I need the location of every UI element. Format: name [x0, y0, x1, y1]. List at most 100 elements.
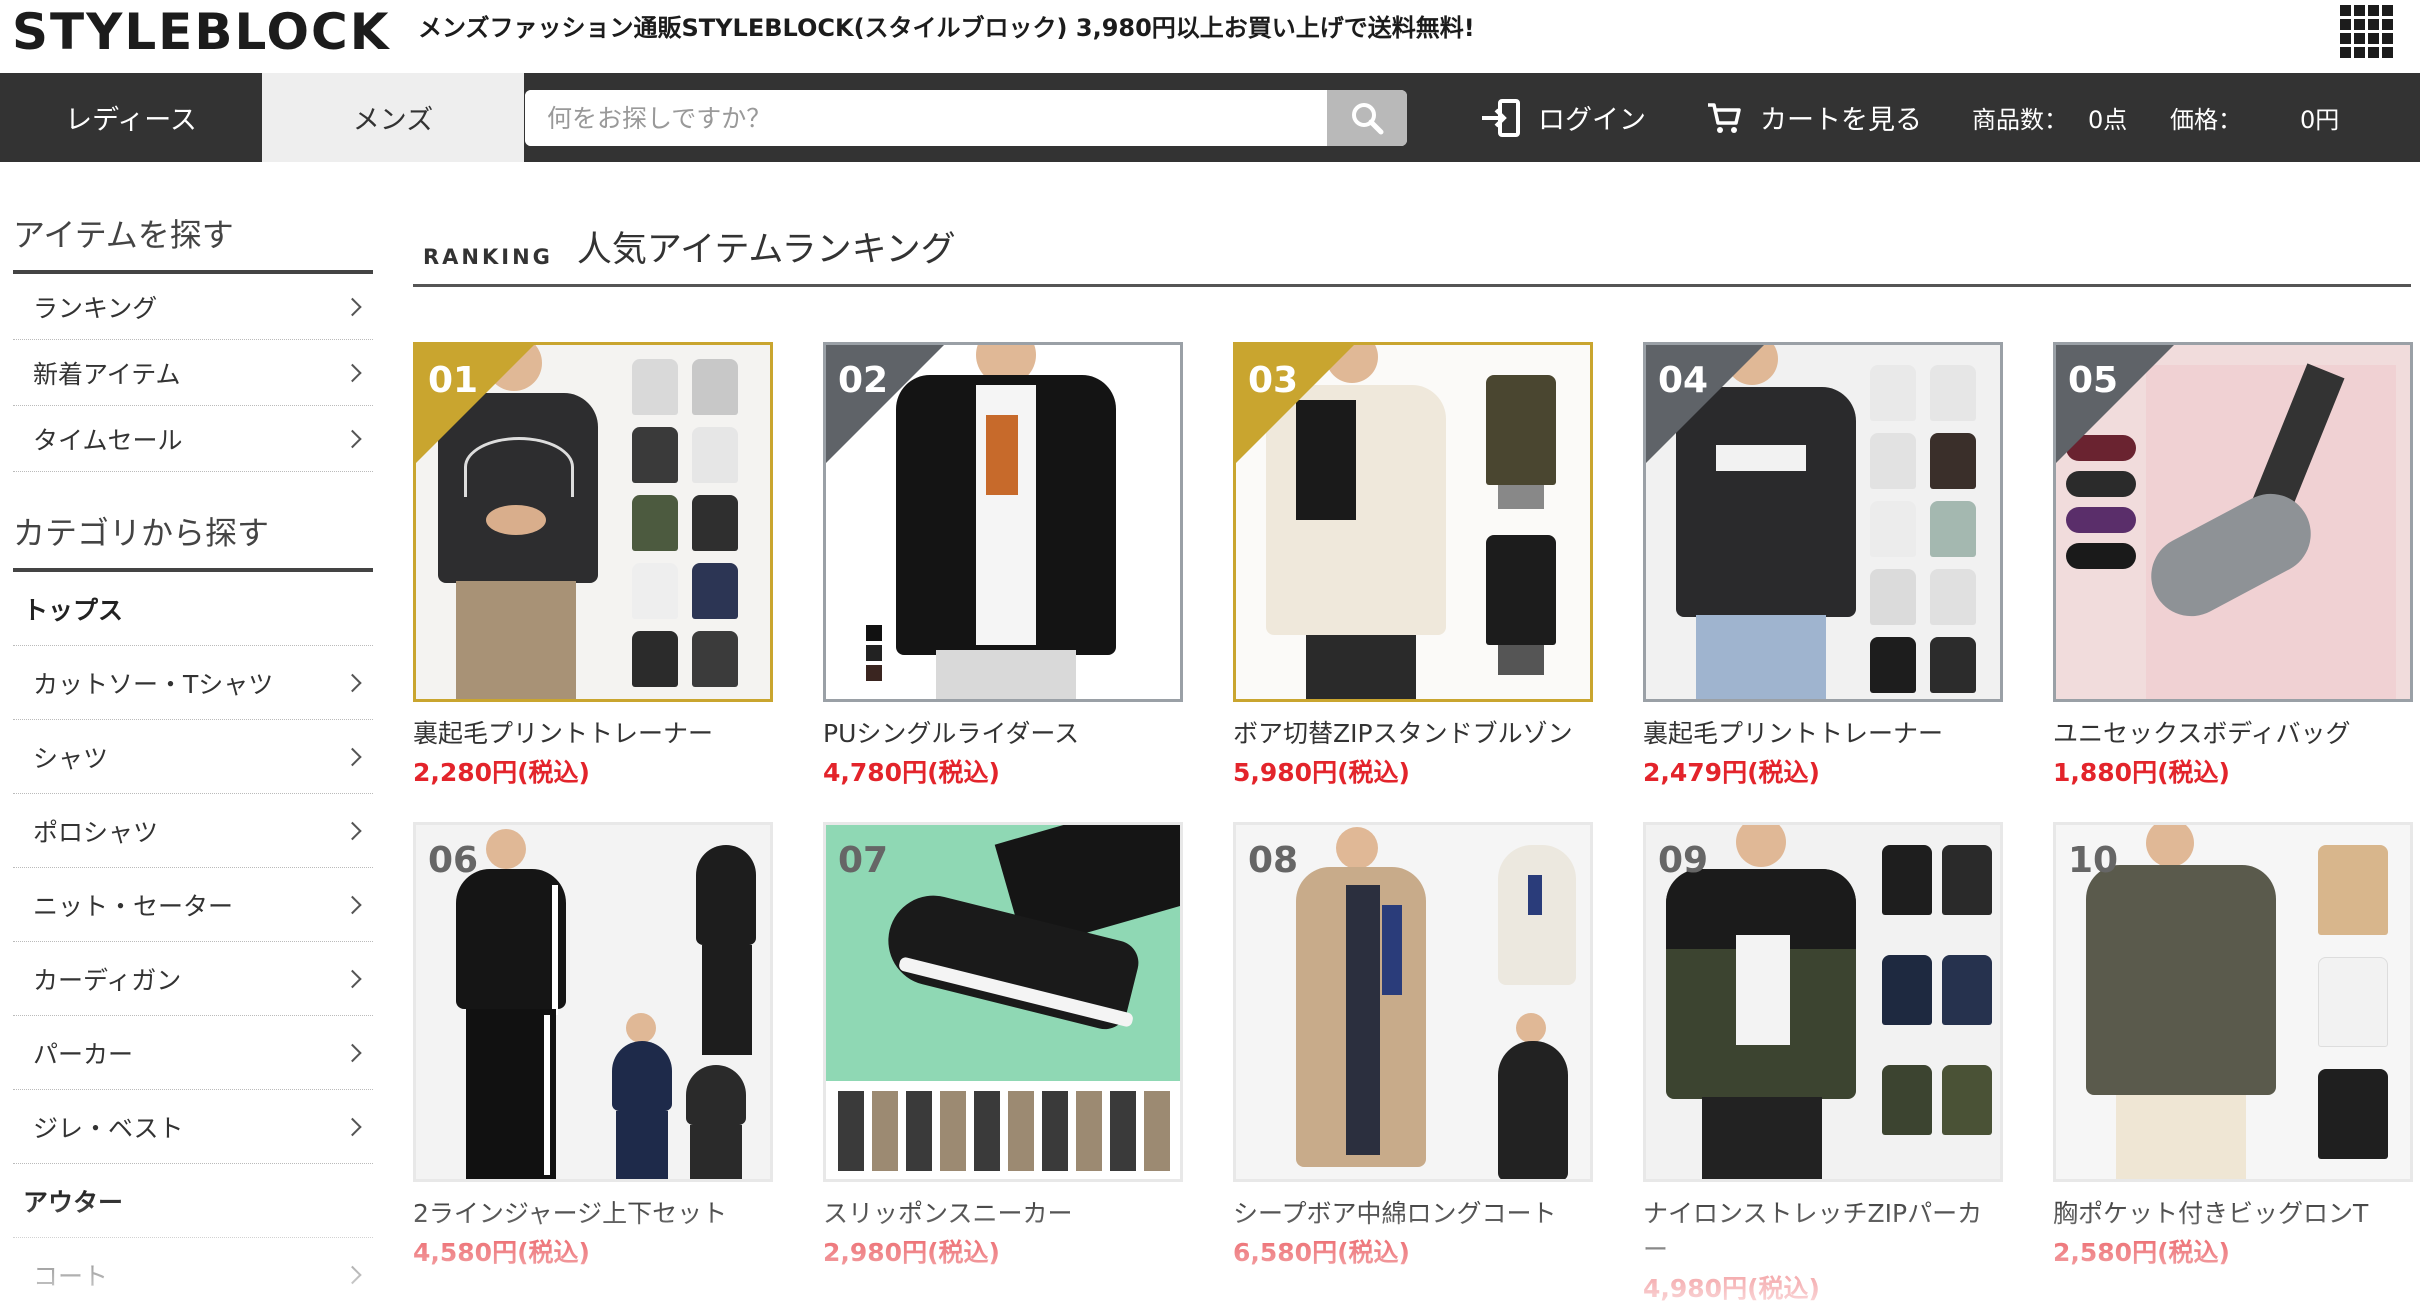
product-card[interactable]: 10 胸ポケット付きビッグロンT 2,580円(税込) [2053, 822, 2413, 1270]
product-name[interactable]: 裏起毛プリントトレーナー [413, 716, 773, 752]
product-card[interactable]: 03 ボア切替ZIPスタンドブルゾン 5,980円(税込) [1233, 342, 1593, 790]
search-bar [525, 90, 1407, 146]
sidebar-item-ranking[interactable]: ランキング [13, 274, 373, 340]
product-name[interactable]: スリッポンスニーカー [823, 1196, 1183, 1232]
sidebar-item-label: シャツ [33, 743, 109, 773]
tab-ladies[interactable]: レディース [0, 73, 262, 162]
category-heading: カテゴリから探す [13, 508, 373, 572]
sidebar-item-cardigan[interactable]: カーディガン [13, 942, 373, 1016]
product-name[interactable]: シープボア中綿ロングコート [1233, 1196, 1593, 1232]
rank-number: 04 [1658, 360, 1709, 401]
rank-number: 03 [1248, 360, 1299, 401]
items-list: ランキング 新着アイテム タイムセール [13, 274, 373, 472]
search-button[interactable] [1327, 90, 1407, 146]
product-image[interactable]: 07 [823, 822, 1183, 1182]
login-label: ログイン [1538, 105, 1646, 136]
product-price: 4,580円(税込) [413, 1238, 590, 1267]
rank-number: 01 [428, 360, 479, 401]
search-input[interactable] [525, 90, 1327, 146]
product-price: 2,580円(税込) [2053, 1238, 2230, 1267]
product-name[interactable]: 胸ポケット付きビッグロンT [2053, 1196, 2413, 1232]
product-card[interactable]: 02 PUシングルライダース 4,780円(税込) [823, 342, 1183, 790]
main-nav: レディース メンズ ログイン カートを見る 商品数： 0点 価格： [0, 73, 2420, 162]
top-header: STYLEBLOCK メンズファッション通販STYLEBLOCK(スタイルブロッ… [0, 0, 2420, 73]
sidebar-item-label: コート [33, 1261, 109, 1291]
chevron-right-icon [343, 1117, 362, 1136]
sidebar-item-label: カーディガン [33, 965, 182, 995]
site-logo[interactable]: STYLEBLOCK [12, 2, 390, 62]
sidebar-item-new[interactable]: 新着アイテム [13, 340, 373, 406]
sidebar-item-timesale[interactable]: タイムセール [13, 406, 373, 472]
sidebar-item-shirt[interactable]: シャツ [13, 720, 373, 794]
product-card[interactable]: 01 裏起毛プリントトレーナー 2,280円(税込) [413, 342, 773, 790]
ranking-section: RANKING 人気アイテムランキング 01 裏起毛プリントトレーナー 2,28… [413, 228, 2413, 1303]
count-value: 0点 [2088, 106, 2128, 134]
sidebar-item-knit[interactable]: ニット・セーター [13, 868, 373, 942]
product-name[interactable]: ナイロンストレッチZIPパーカー [1643, 1196, 2003, 1268]
chevron-right-icon [343, 297, 362, 316]
product-image[interactable]: 02 [823, 342, 1183, 702]
product-image[interactable]: 08 [1233, 822, 1593, 1182]
sidebar-item-coat[interactable]: コート [13, 1238, 373, 1308]
chevron-right-icon [343, 821, 362, 840]
sidebar: アイテムを探す ランキング 新着アイテム タイムセール カテゴリから探す トップ… [13, 210, 373, 1308]
sidebar-item-vest[interactable]: ジレ・ベスト [13, 1090, 373, 1164]
product-card[interactable]: 06 2ラインジャージ上下セット 4,580円(税込) [413, 822, 773, 1270]
product-name[interactable]: ユニセックスボディバッグ [2053, 716, 2413, 752]
login-link[interactable]: ログイン [1480, 73, 1646, 162]
menu-grid-icon[interactable] [2340, 5, 2394, 59]
chevron-right-icon [343, 747, 362, 766]
product-image[interactable]: 03 [1233, 342, 1593, 702]
ranking-header: RANKING 人気アイテムランキング [413, 228, 2411, 287]
sidebar-item-label: ニット・セーター [33, 891, 234, 921]
rank-number: 02 [838, 360, 889, 401]
chevron-right-icon [343, 1265, 362, 1284]
ranking-title: 人気アイテムランキング [576, 230, 956, 270]
sidebar-item-label: カットソー・Tシャツ [33, 669, 274, 699]
product-name[interactable]: PUシングルライダース [823, 716, 1183, 752]
items-heading: アイテムを探す [13, 210, 373, 274]
product-card[interactable]: 08 シープボア中綿ロングコート 6,580円(税込) [1233, 822, 1593, 1270]
product-name[interactable]: 2ラインジャージ上下セット [413, 1196, 773, 1232]
product-card[interactable]: 05 ユニセックスボディバッグ 1,880円(税込) [2053, 342, 2413, 790]
rank-number: 06 [428, 840, 479, 881]
product-price: 4,980円(税込) [1643, 1274, 1820, 1303]
product-price: 2,280円(税込) [413, 758, 590, 787]
chevron-right-icon [343, 429, 362, 448]
product-name[interactable]: 裏起毛プリントトレーナー [1643, 716, 2003, 752]
rank-number: 07 [838, 840, 889, 881]
product-price: 2,980円(税込) [823, 1238, 1000, 1267]
price-label: 価格： [2170, 106, 2242, 134]
product-image[interactable]: 09 [1643, 822, 2003, 1182]
product-card[interactable]: 04 裏起毛プリントトレーナー 2,479円(税込) [1643, 342, 2003, 790]
price-value: 0円 [2300, 106, 2340, 134]
product-image[interactable]: 04 [1643, 342, 2003, 702]
count-label: 商品数： [1972, 106, 2068, 134]
sidebar-item-label: ランキング [33, 293, 158, 323]
tab-mens[interactable]: メンズ [262, 73, 524, 162]
product-image[interactable]: 01 [413, 342, 773, 702]
sidebar-item-label: 新着アイテム [33, 359, 181, 389]
product-image[interactable]: 05 [2053, 342, 2413, 702]
sidebar-item-parka[interactable]: パーカー [13, 1016, 373, 1090]
product-name[interactable]: ボア切替ZIPスタンドブルゾン [1233, 716, 1593, 752]
category-list: トップス カットソー・Tシャツ シャツ ポロシャツ ニット・セーター カーディガ… [13, 572, 373, 1308]
sidebar-item-label: パーカー [33, 1039, 134, 1069]
sidebar-item-polo[interactable]: ポロシャツ [13, 794, 373, 868]
cart-link[interactable]: カートを見る [1706, 73, 1922, 162]
sidebar-item-cutsew[interactable]: カットソー・Tシャツ [13, 646, 373, 720]
product-price: 4,780円(税込) [823, 758, 1000, 787]
category-group-outer[interactable]: アウター [13, 1164, 373, 1238]
product-price: 2,479円(税込) [1643, 758, 1820, 787]
rank-number: 09 [1658, 840, 1709, 881]
product-card[interactable]: 07 スリッポンスニーカー 2,980円(税込) [823, 822, 1183, 1270]
cart-label: カートを見る [1760, 105, 1922, 136]
product-image[interactable]: 10 [2053, 822, 2413, 1182]
rank-number: 05 [2068, 360, 2119, 401]
product-card[interactable]: 09 ナイロンストレッチZIPパーカー 4,980円(税込) [1643, 822, 2003, 1306]
product-price: 6,580円(税込) [1233, 1238, 1410, 1267]
chevron-right-icon [343, 969, 362, 988]
category-group-tops[interactable]: トップス [13, 572, 373, 646]
product-image[interactable]: 06 [413, 822, 773, 1182]
product-price: 1,880円(税込) [2053, 758, 2230, 787]
